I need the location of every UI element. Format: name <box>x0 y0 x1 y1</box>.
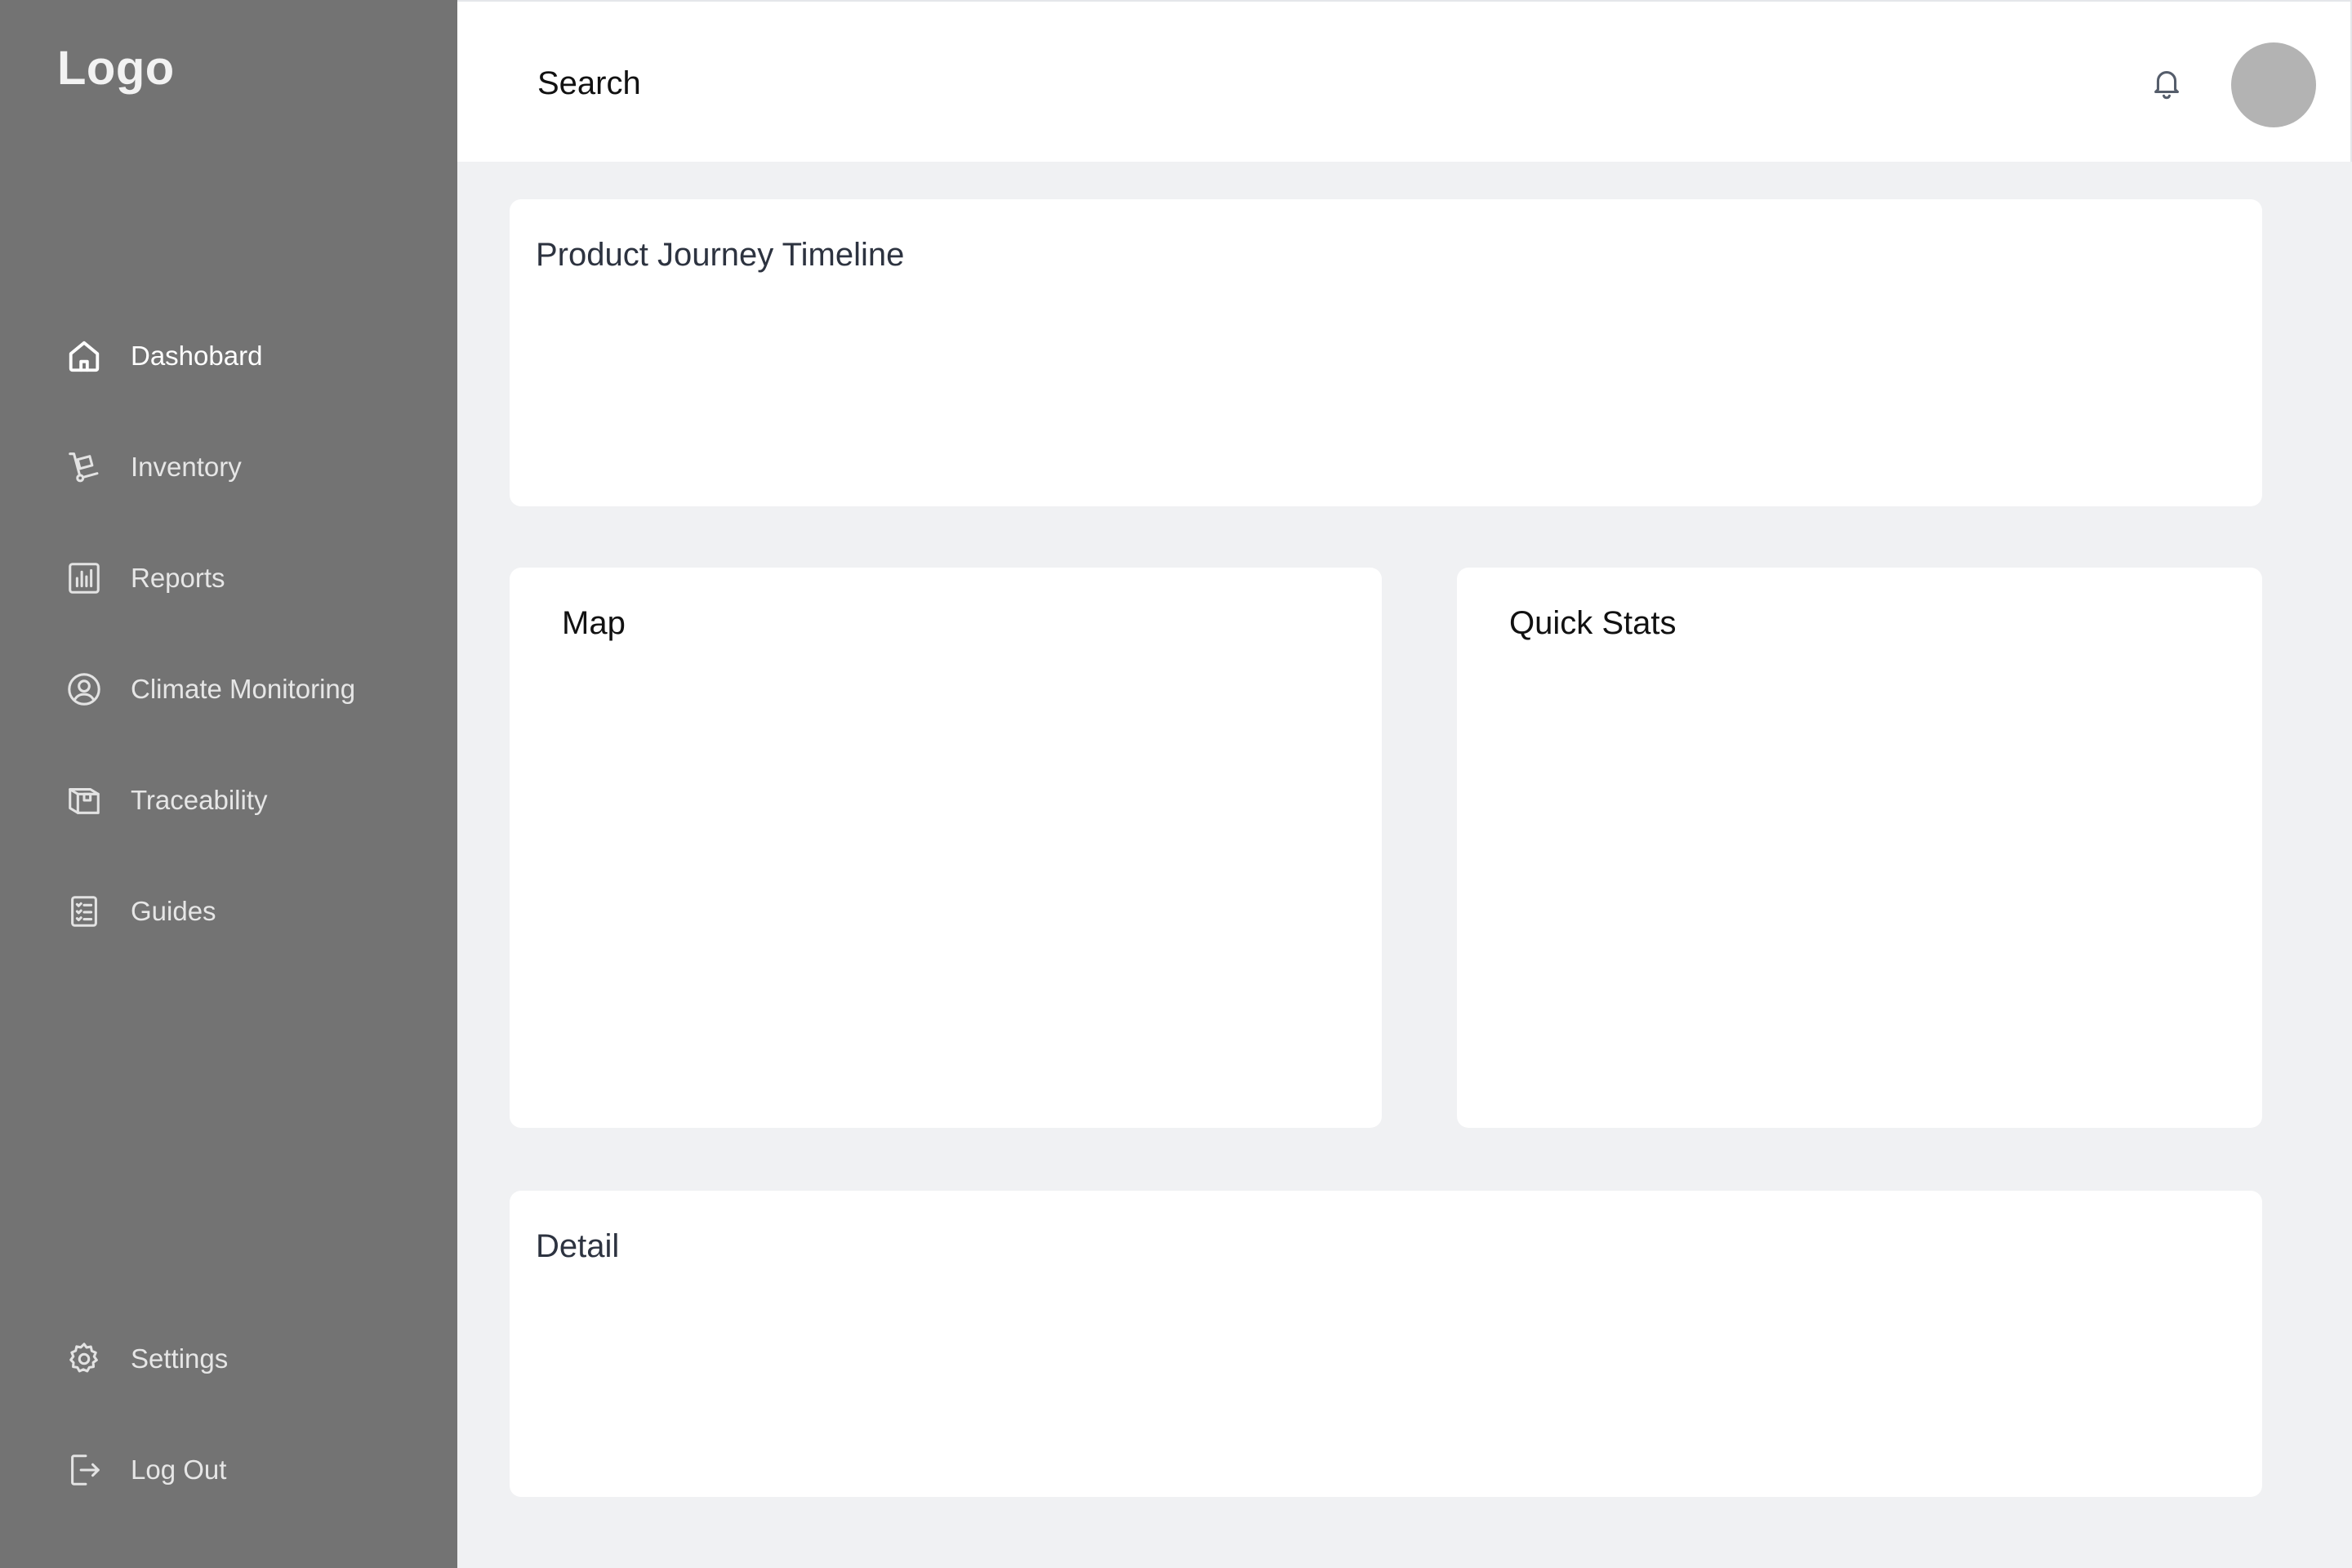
card-title: Quick Stats <box>1509 605 1677 641</box>
bar-chart-icon <box>65 559 103 597</box>
avatar[interactable] <box>2231 42 2316 127</box>
card-title: Map <box>562 605 626 641</box>
sidebar-item-label: Log Out <box>131 1454 227 1485</box>
search-input[interactable] <box>537 65 1027 102</box>
sidebar-item-label: Settings <box>131 1343 229 1374</box>
sidebar-item-climate-monitoring[interactable]: Climate Monitoring <box>65 666 355 712</box>
sidebar-item-label: Guides <box>131 896 216 926</box>
sidebar-item-reports[interactable]: Reports <box>65 555 225 601</box>
sidebar-item-label: Dashobard <box>131 341 263 371</box>
checklist-icon <box>65 893 103 930</box>
sidebar-item-dashboard[interactable]: Dashobard <box>65 333 262 379</box>
sidebar-item-label: Climate Monitoring <box>131 674 356 704</box>
sidebar-item-settings[interactable]: Settings <box>65 1336 228 1382</box>
product-journey-timeline-card: Product Journey Timeline <box>510 199 2262 506</box>
card-title: Product Journey Timeline <box>536 237 905 273</box>
detail-card: Detail <box>510 1191 2262 1497</box>
home-icon <box>65 337 103 375</box>
top-bar <box>457 0 2352 162</box>
sidebar-item-label: Traceability <box>131 785 268 815</box>
hand-truck-icon <box>65 448 103 486</box>
quick-stats-card: Quick Stats <box>1457 568 2262 1128</box>
package-icon <box>65 782 103 819</box>
sidebar-item-label: Reports <box>131 563 225 593</box>
sidebar-item-inventory[interactable]: Inventory <box>65 444 242 490</box>
user-circle-icon <box>65 670 103 708</box>
sidebar: Logo Dashobard Inventory Reports Climate… <box>0 0 457 1568</box>
card-title: Detail <box>536 1228 620 1264</box>
bell-icon[interactable] <box>2148 64 2185 101</box>
map-card: Map <box>510 568 1382 1128</box>
logout-icon <box>65 1451 103 1489</box>
sidebar-item-label: Inventory <box>131 452 242 482</box>
sidebar-item-guides[interactable]: Guides <box>65 889 216 934</box>
sidebar-item-logout[interactable]: Log Out <box>65 1447 226 1493</box>
logo: Logo <box>57 42 175 95</box>
sidebar-item-traceability[interactable]: Traceability <box>65 777 268 823</box>
gear-icon <box>65 1340 103 1378</box>
